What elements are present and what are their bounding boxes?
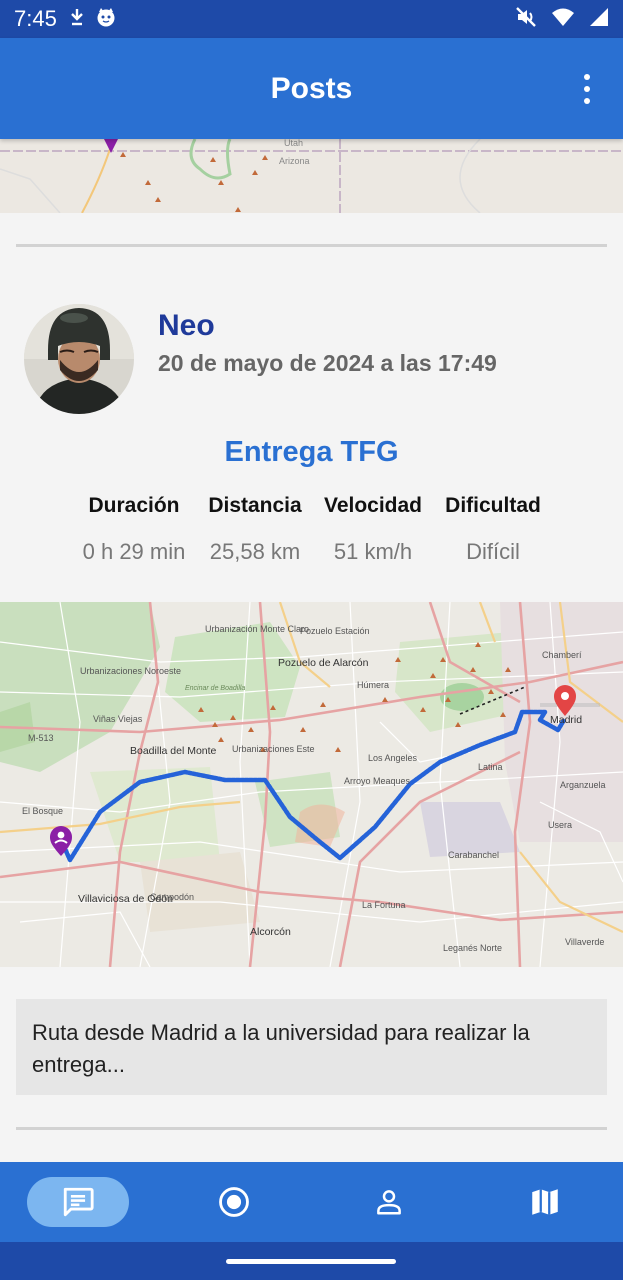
map-label: Villaverde [565,937,604,947]
map-label: Chamberí [542,650,582,660]
map-label: Viñas Viejas [93,714,143,724]
more-vert-icon[interactable] [573,74,601,104]
nav-item-posts[interactable] [0,1162,156,1242]
map-label: Arroyo Meaques [344,776,411,786]
mute-icon [515,6,537,33]
stat-distance-value: 25,58 km [209,539,301,564]
map-label: Arganzuela [560,780,606,790]
map-label: Húmera [357,680,389,690]
signal-icon [589,7,609,32]
chat-icon [63,1187,94,1217]
previous-post-map[interactable]: Utah Arizona [0,139,623,213]
post-feed[interactable]: Utah Arizona Neo 20 de mayo de 2024 a la… [0,139,623,1162]
cat-face-icon [95,7,117,32]
stat-difficulty-label: Dificultad [445,494,541,517]
stat-speed-label: Velocidad [323,494,423,517]
map-label: La Fortuna [362,900,406,910]
page-title: Posts [270,71,353,105]
map-label: Latina [478,762,503,772]
map-label: Alcorcón [250,926,291,938]
map-label: Campodón [150,892,194,902]
app-bar: Posts [0,38,623,139]
map-label-arizona: Arizona [279,156,310,166]
map-label: Encinar de Boadilla [185,685,245,692]
divider [16,1127,607,1130]
divider [16,244,607,247]
gesture-area [0,1242,623,1280]
stat-duration-value: 0 h 29 min [82,539,186,564]
username[interactable]: Neo [158,309,215,343]
nav-item-map[interactable] [467,1162,623,1242]
post-title: Entrega TFG [224,436,399,468]
map-label: Boadilla del Monte [130,745,217,757]
stat-difficulty-value: Difícil [466,539,520,564]
record-icon [218,1187,249,1217]
status-time: 7:45 [14,6,57,31]
avatar[interactable] [24,304,134,414]
map-icon [532,1189,558,1215]
stat-duration-label: Duración [88,494,180,517]
map-label: Carabanchel [448,850,499,860]
nav-item-profile[interactable] [312,1162,468,1242]
map-label: Leganés Norte [443,943,502,953]
status-bar: 7:45 [0,0,623,38]
home-gesture-bar[interactable] [226,1259,396,1264]
download-icon [69,8,85,31]
nav-item-record[interactable] [156,1162,312,1242]
stat-distance: Distancia 25,58 km [190,491,320,565]
map-label: Urbanizaciones Este [232,744,315,754]
map-label: M-513 [28,733,54,743]
stat-duration: Duración 0 h 29 min [69,491,199,565]
stat-speed: Velocidad 51 km/h [308,491,438,565]
map-label: Pozuelo de Alarcón [278,657,369,669]
route-map[interactable]: Urbanización Monte Claro Pozuelo Estació… [0,602,623,967]
map-label: Usera [548,820,572,830]
post-date: 20 de mayo de 2024 a las 17:49 [158,350,497,376]
post-description: Ruta desde Madrid a la universidad para … [16,999,607,1095]
map-label-utah: Utah [284,139,303,148]
map-label: Urbanización Monte Claro [205,624,309,634]
person-icon [377,1190,402,1215]
map-label: Pozuelo Estación [300,626,370,636]
bottom-navigation [0,1162,623,1242]
map-label: Madrid [550,714,582,726]
stat-difficulty: Dificultad Difícil [428,491,558,565]
stat-speed-value: 51 km/h [333,539,413,564]
map-label: Los Angeles [368,753,418,763]
map-label: El Bosque [22,806,63,816]
map-label: Urbanizaciones Noroeste [80,666,181,676]
wifi-icon [551,7,575,32]
stat-distance-label: Distancia [208,494,302,517]
